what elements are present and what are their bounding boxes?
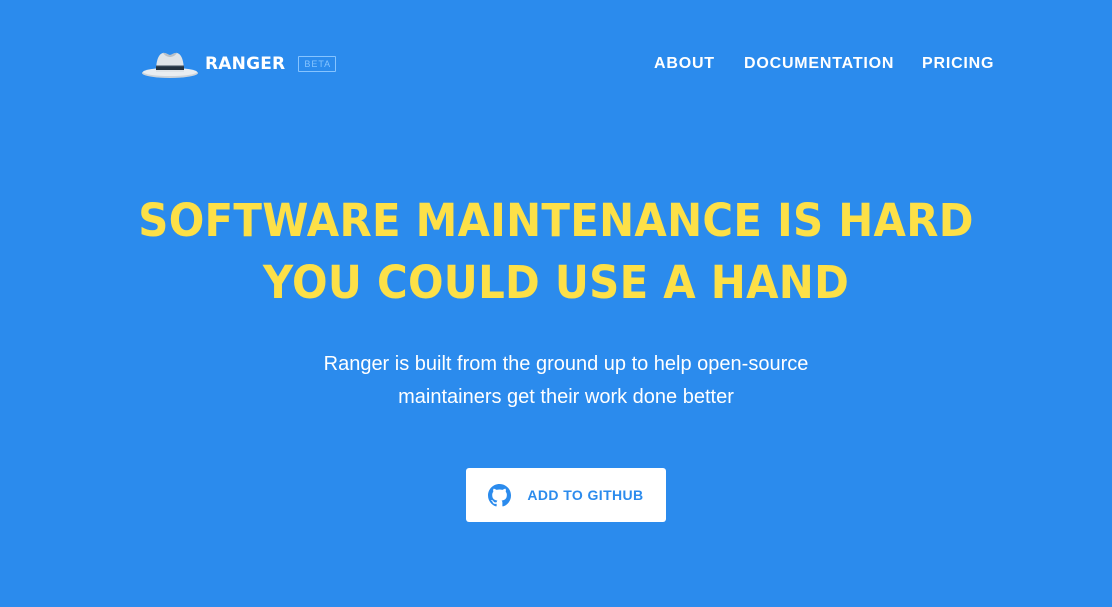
github-icon [488, 483, 512, 506]
subtitle-line: Ranger is built from the ground up to he… [323, 353, 809, 375]
nav-pricing-link[interactable]: PRICING [922, 54, 994, 74]
headline-line: YOU COULD USE A HAND [262, 256, 850, 309]
hero-headline: SOFTWARE MAINTENANCE IS HARD YOU COULD U… [39, 190, 1073, 314]
hero-subtitle: Ranger is built from the ground up to he… [256, 348, 876, 414]
add-to-github-button[interactable]: ADD TO GITHUB [466, 468, 666, 522]
top-nav: ABOUT DOCUMENTATION PRICING [0, 54, 1112, 74]
nav-about-link[interactable]: ABOUT [654, 54, 715, 74]
add-to-github-label: ADD TO GITHUB [527, 487, 644, 503]
subtitle-line: maintainers get their work done better [398, 386, 734, 408]
landing-page: RANGER BETA ABOUT DOCUMENTATION PRICING … [0, 0, 1112, 607]
headline-line: SOFTWARE MAINTENANCE IS HARD [138, 194, 974, 247]
nav-documentation-link[interactable]: DOCUMENTATION [744, 54, 894, 74]
